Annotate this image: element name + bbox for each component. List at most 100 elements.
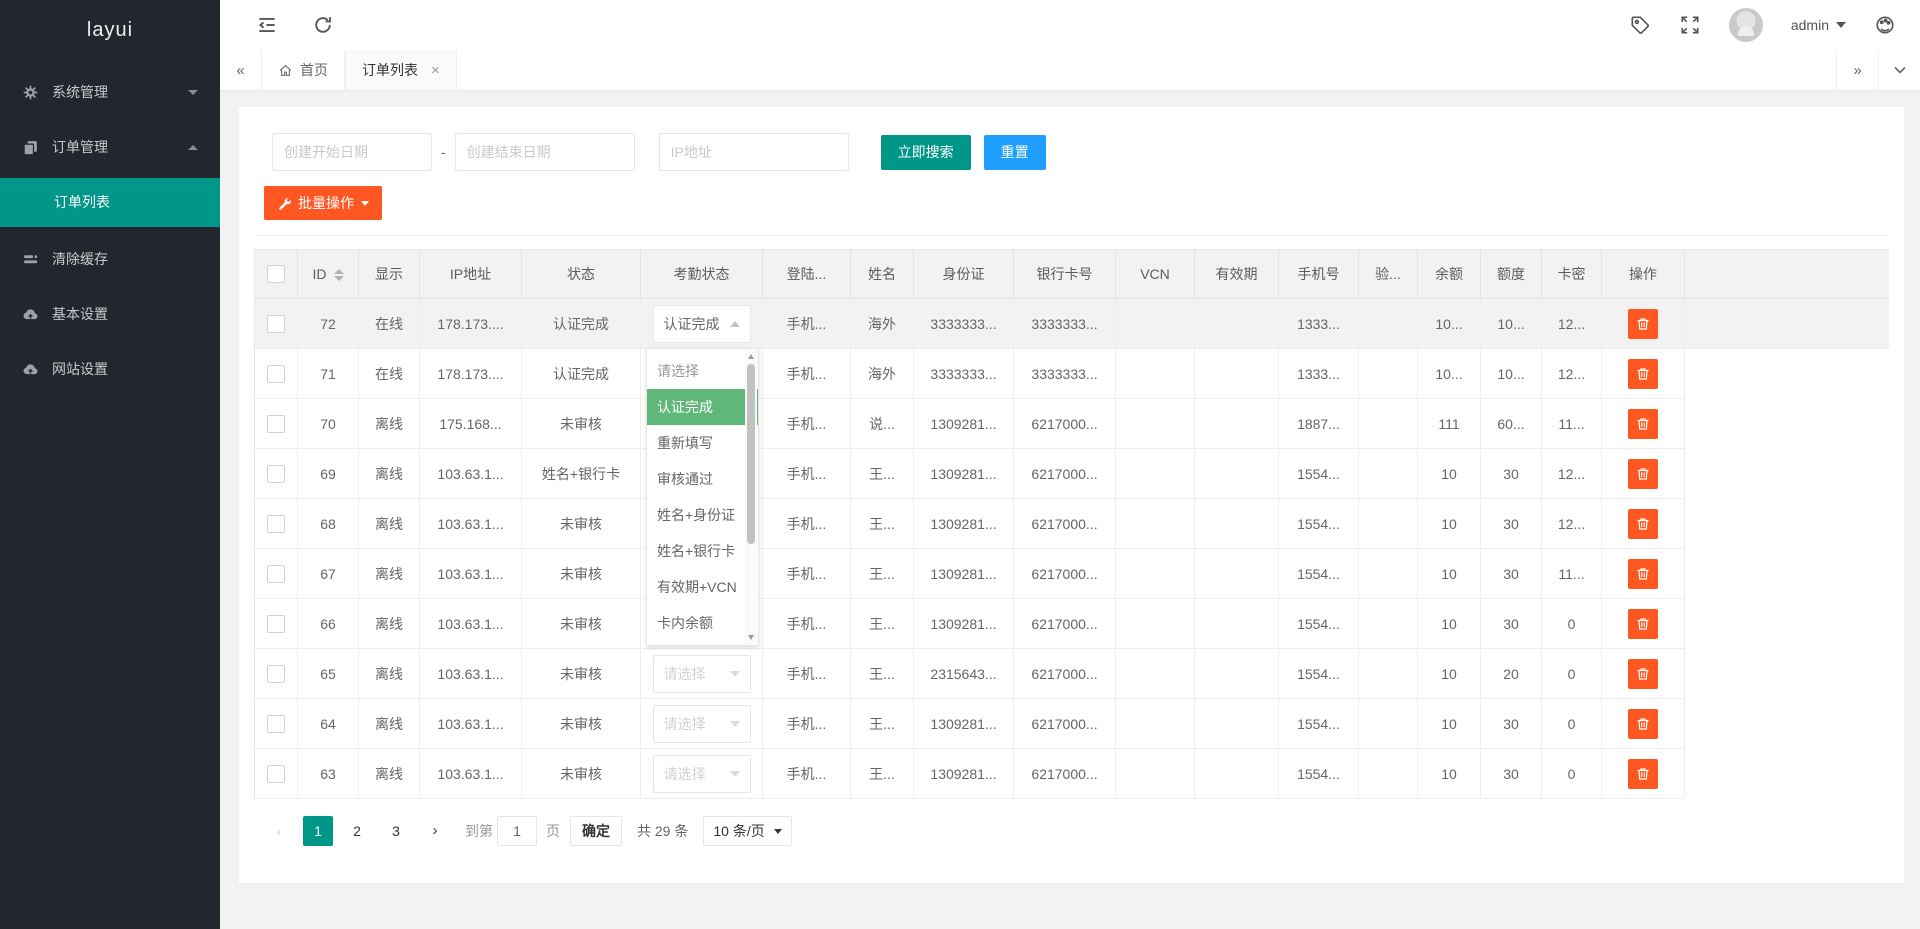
start-date-input[interactable] — [272, 133, 432, 171]
row-checkbox[interactable] — [267, 365, 285, 383]
page-size-select[interactable]: 10 条/页 — [703, 816, 791, 846]
avatar[interactable] — [1729, 8, 1763, 42]
row-checkbox[interactable] — [267, 665, 285, 683]
delete-button[interactable] — [1628, 559, 1658, 589]
dropdown-option[interactable]: 重新填写 — [647, 425, 758, 461]
delete-button[interactable] — [1628, 409, 1658, 439]
cell-checkbox — [255, 349, 298, 399]
search-button[interactable]: 立即搜索 — [881, 135, 971, 170]
cell-status: 未审核 — [522, 599, 641, 649]
pagination: ‹ 1 2 3 › 到第 页 确定 共 29 条 10 条/页 — [264, 816, 1889, 846]
delete-button[interactable] — [1628, 509, 1658, 539]
dropdown-option[interactable]: 卡内余额 — [647, 605, 758, 641]
select-all-checkbox[interactable] — [267, 265, 285, 283]
tab-order-list[interactable]: 订单列表 × — [345, 50, 457, 90]
dropdown-option[interactable]: 姓名+银行卡 — [647, 533, 758, 569]
cell-verify — [1359, 699, 1418, 749]
row-checkbox[interactable] — [267, 465, 285, 483]
content: - 立即搜索 重置 批量操作 ID显示IP地址状态考勤状态登陆...姓名身份证银… — [220, 91, 1920, 883]
attendance-select[interactable]: 请选择 — [653, 705, 751, 743]
cell-ip: 178.173.... — [420, 299, 522, 349]
dropdown-option[interactable]: 审核通过 — [647, 461, 758, 497]
row-checkbox[interactable] — [267, 765, 285, 783]
tab-scroll-left-button[interactable]: « — [220, 50, 262, 90]
cell-status: 认证完成 — [522, 299, 641, 349]
next-page-button[interactable]: › — [420, 816, 450, 846]
delete-button[interactable] — [1628, 659, 1658, 689]
row-checkbox[interactable] — [267, 515, 285, 533]
page-button-1[interactable]: 1 — [303, 816, 333, 846]
goto-page-input[interactable] — [497, 816, 537, 846]
sidebar-item-site-settings[interactable]: 网站设置 — [0, 345, 220, 393]
cell-verify — [1359, 649, 1418, 699]
attendance-select[interactable]: 认证完成 — [653, 305, 751, 343]
cell-idcard: 1309281... — [914, 749, 1014, 799]
theme-icon[interactable] — [1874, 14, 1896, 36]
cell-cardsecret: 0 — [1542, 749, 1602, 799]
cell-balance: 10... — [1418, 299, 1481, 349]
scroll-up-icon[interactable] — [748, 354, 754, 359]
delete-button[interactable] — [1628, 609, 1658, 639]
chevron-down-icon — [730, 721, 740, 727]
total-count-label: 共 29 条 — [637, 821, 688, 841]
refresh-icon[interactable] — [312, 14, 334, 36]
row-checkbox[interactable] — [267, 315, 285, 333]
row-checkbox[interactable] — [267, 415, 285, 433]
row-checkbox[interactable] — [267, 715, 285, 733]
row-checkbox[interactable] — [267, 615, 285, 633]
delete-button[interactable] — [1628, 709, 1658, 739]
scroll-down-icon[interactable] — [748, 635, 754, 640]
cell-op — [1602, 699, 1685, 749]
attendance-select[interactable]: 请选择 — [653, 755, 751, 793]
prev-page-button[interactable]: ‹ — [264, 816, 294, 846]
sidebar-item-clear-cache[interactable]: 清除缓存 — [0, 235, 220, 283]
ip-address-input[interactable] — [659, 133, 849, 171]
topbar-right: admin — [1629, 8, 1896, 42]
tab-options-button[interactable] — [1878, 50, 1920, 90]
sidebar-item-order-list[interactable]: 订单列表 — [0, 178, 220, 227]
delete-button[interactable] — [1628, 359, 1658, 389]
page-button-2[interactable]: 2 — [342, 816, 372, 846]
scrollbar-thumb[interactable] — [747, 364, 755, 544]
dropdown-option[interactable]: 认证完成 — [647, 389, 758, 425]
close-icon[interactable]: × — [431, 62, 440, 79]
dropdown-option[interactable]: 姓名+身份证 — [647, 497, 758, 533]
tab-home[interactable]: 首页 — [262, 50, 345, 90]
cell-display: 在线 — [359, 299, 420, 349]
sidebar-item-orders[interactable]: 订单管理 — [0, 123, 220, 171]
sort-icon[interactable] — [334, 269, 344, 281]
attendance-select[interactable]: 请选择 — [653, 655, 751, 693]
column-label: 姓名 — [868, 266, 896, 282]
col-display: 显示 — [359, 250, 420, 299]
reset-button[interactable]: 重置 — [984, 135, 1046, 170]
cell-attendance: 认证完成请选择认证完成重新填写审核通过姓名+身份证姓名+银行卡有效期+VCN卡内… — [641, 299, 763, 349]
sidebar-item-system[interactable]: 系统管理 — [0, 68, 220, 116]
sidebar-item-basic-settings[interactable]: 基本设置 — [0, 290, 220, 338]
row-filler — [1685, 649, 1890, 699]
cell-phone: 1554... — [1279, 449, 1359, 499]
tag-icon[interactable] — [1629, 14, 1651, 36]
dropdown-option[interactable]: 请选择 — [647, 353, 758, 389]
attendance-select-value: 请选择 — [664, 764, 730, 784]
cell-quota: 60... — [1481, 399, 1542, 449]
dropdown-option[interactable]: 有效期+VCN — [647, 569, 758, 605]
column-label: 卡密 — [1558, 266, 1586, 282]
user-menu[interactable]: admin — [1791, 17, 1846, 33]
delete-button[interactable] — [1628, 759, 1658, 789]
delete-button[interactable] — [1628, 459, 1658, 489]
dropdown-scrollbar[interactable] — [745, 350, 757, 644]
fullscreen-icon[interactable] — [1679, 14, 1701, 36]
end-date-input[interactable] — [455, 133, 635, 171]
row-checkbox[interactable] — [267, 565, 285, 583]
collapse-sidebar-icon[interactable] — [256, 14, 278, 36]
delete-button[interactable] — [1628, 309, 1658, 339]
chevron-down-icon — [361, 201, 369, 206]
batch-operations-button[interactable]: 批量操作 — [264, 186, 382, 220]
cell-ip: 175.168... — [420, 399, 522, 449]
goto-confirm-button[interactable]: 确定 — [570, 816, 622, 846]
table-row: 70离线175.168...未审核手机...说...1309281...6217… — [255, 399, 1890, 449]
page-button-3[interactable]: 3 — [381, 816, 411, 846]
tab-scroll-right-button[interactable]: » — [1836, 50, 1878, 90]
cell-balance: 10 — [1418, 649, 1481, 699]
cloud-upload-icon — [22, 306, 39, 323]
